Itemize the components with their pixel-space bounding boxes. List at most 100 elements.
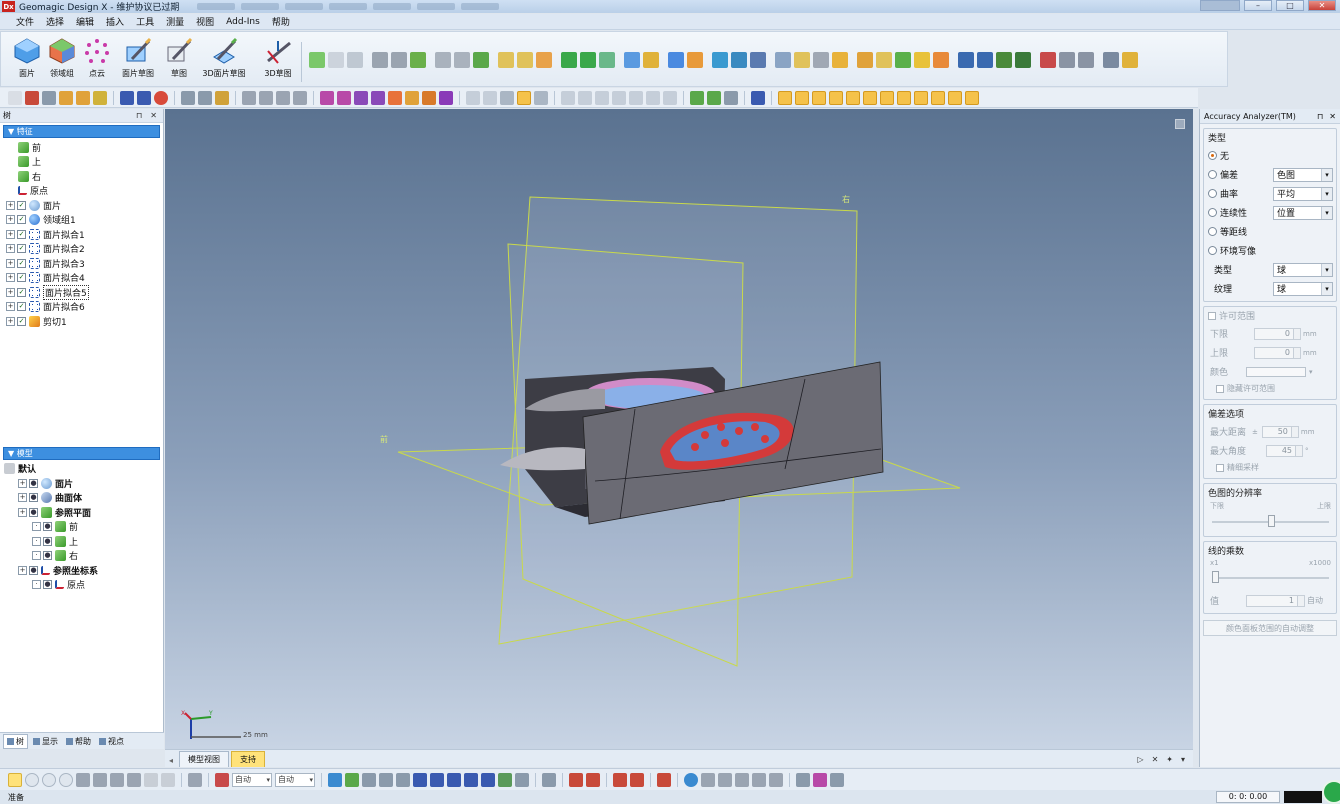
title-tab[interactable] xyxy=(329,3,368,10)
pan-icon[interactable] xyxy=(320,90,334,105)
snap-c-icon[interactable] xyxy=(396,772,410,787)
user-area[interactable] xyxy=(1200,0,1240,11)
visibility-checkbox[interactable]: ✓ xyxy=(17,244,26,254)
through-icon[interactable] xyxy=(161,772,175,787)
view-top-icon[interactable] xyxy=(534,90,548,105)
undo-icon[interactable] xyxy=(120,90,134,105)
frame-icon[interactable] xyxy=(830,772,844,787)
pin-icon[interactable]: ⊓ xyxy=(1317,112,1323,121)
menu-insert[interactable]: 插入 xyxy=(100,15,130,28)
recent-icon[interactable] xyxy=(93,90,107,105)
feature-tree-item[interactable]: 前 xyxy=(0,140,163,155)
visibility-checkbox[interactable]: ✓ xyxy=(17,287,26,297)
settings-tool-icon[interactable] xyxy=(1078,52,1094,68)
mirror-tool-icon[interactable] xyxy=(794,52,810,68)
tolerance-checkbox[interactable] xyxy=(1208,311,1216,320)
filter-icon[interactable] xyxy=(198,90,212,105)
boolean-tool-icon[interactable] xyxy=(624,52,640,68)
menu-edit[interactable]: 编辑 xyxy=(70,15,100,28)
surface-trim-icon[interactable] xyxy=(750,52,766,68)
expand-icon[interactable]: + xyxy=(6,287,15,297)
hidden-line-icon[interactable] xyxy=(578,90,592,105)
visible-only-icon[interactable] xyxy=(144,772,158,787)
type-field-dropdown[interactable]: 球 xyxy=(1273,262,1333,277)
visibility-toggle[interactable]: ● xyxy=(43,522,52,532)
visibility-checkbox[interactable]: ✓ xyxy=(17,258,26,268)
display-option-icon[interactable] xyxy=(542,772,556,787)
visibility-toggle[interactable]: ● xyxy=(43,536,52,546)
resolution-slider-thumb[interactable] xyxy=(1267,515,1275,527)
minimize-button[interactable]: – xyxy=(1244,0,1272,11)
mesh-wire-icon[interactable] xyxy=(724,90,738,105)
snap-b-icon[interactable] xyxy=(379,772,393,787)
lower-limit-stepper[interactable] xyxy=(1294,327,1301,340)
lower-limit-input[interactable]: 0 xyxy=(1254,327,1294,340)
close-icon[interactable]: ✕ xyxy=(150,111,157,120)
type-option[interactable]: 无 xyxy=(1208,146,1333,165)
feature-tree-item[interactable]: 原点 xyxy=(0,184,163,199)
view-back-icon[interactable] xyxy=(483,90,497,105)
radio-button[interactable] xyxy=(1208,189,1217,198)
menu-tools[interactable]: 工具 xyxy=(130,15,160,28)
select-tool-icon[interactable] xyxy=(1103,52,1119,68)
color-swatch[interactable] xyxy=(1246,366,1306,377)
model-tree-item[interactable]: · ● 原点 xyxy=(0,578,163,593)
new-file-icon[interactable] xyxy=(8,90,22,105)
feature-tree-item[interactable]: 上 xyxy=(0,155,163,170)
add-body-icon[interactable] xyxy=(958,52,974,68)
close-view-icon[interactable]: ✕ xyxy=(1152,755,1159,764)
rotate-view-icon[interactable] xyxy=(337,90,351,105)
filter-plane-icon[interactable] xyxy=(914,90,928,105)
export-tool-icon[interactable] xyxy=(857,52,873,68)
extend-icon[interactable] xyxy=(127,772,141,787)
model-tree-item[interactable]: + ● 面片 xyxy=(0,476,163,491)
light-icon[interactable] xyxy=(405,90,419,105)
feature-tree-item[interactable]: + ✓ 面片拟合2 xyxy=(0,242,163,257)
plane-tool-icon[interactable] xyxy=(309,52,325,68)
paint-brush-icon[interactable] xyxy=(76,772,90,787)
mesh-region-icon[interactable] xyxy=(498,772,512,787)
model-tree-item[interactable]: + ● 曲面体 xyxy=(0,491,163,506)
3d-mesh-sketch-tool-button[interactable]: 3D面片草图 xyxy=(200,37,248,83)
type-option[interactable]: 曲率 平均 xyxy=(1208,184,1333,203)
multiplier-slider[interactable] xyxy=(1212,571,1329,583)
expand-icon[interactable]: + xyxy=(6,200,15,210)
snap-a-icon[interactable] xyxy=(362,772,376,787)
globe-add-icon[interactable] xyxy=(345,772,359,787)
type-option[interactable]: 环境写像 xyxy=(1208,241,1333,260)
trophy-icon[interactable] xyxy=(769,772,783,787)
expand-icon[interactable]: · xyxy=(32,551,41,561)
filter-coord-icon[interactable] xyxy=(948,90,962,105)
tab-support[interactable]: 支持 xyxy=(231,751,266,767)
filter-point-icon[interactable] xyxy=(880,90,894,105)
measure-tool-icon[interactable] xyxy=(813,52,829,68)
wireframe-icon[interactable] xyxy=(561,90,575,105)
lasso-select-icon[interactable] xyxy=(110,772,124,787)
model-tree-item[interactable]: · ● 前 xyxy=(0,520,163,535)
select-mode-icon[interactable] xyxy=(181,90,195,105)
close-icon[interactable]: ✕ xyxy=(1329,112,1336,121)
filter-face-icon[interactable] xyxy=(812,90,826,105)
expand-icon[interactable]: · xyxy=(32,536,41,546)
copy-icon[interactable] xyxy=(735,772,749,787)
model-tree-item[interactable]: · ● 右 xyxy=(0,549,163,564)
region-a-icon[interactable] xyxy=(569,772,583,787)
type-option-dropdown[interactable]: 平均 xyxy=(1273,186,1333,201)
title-tab[interactable] xyxy=(285,3,324,10)
visibility-toggle[interactable]: ● xyxy=(43,580,52,590)
type-option[interactable]: 偏差 色图 xyxy=(1208,165,1333,184)
title-tab[interactable] xyxy=(417,3,456,10)
sketch-tool-button[interactable]: 草图 xyxy=(155,37,203,83)
tab-display[interactable]: 显示 xyxy=(30,735,61,748)
max-distance-input[interactable]: 50 xyxy=(1261,425,1292,438)
orbit-icon[interactable] xyxy=(354,90,368,105)
gear-tool-icon[interactable] xyxy=(933,52,949,68)
auto-dropdown-2[interactable]: 自动 xyxy=(275,772,315,787)
tab-help[interactable]: 帮助 xyxy=(63,735,94,748)
title-tab[interactable] xyxy=(197,3,236,10)
visibility-checkbox[interactable]: ✓ xyxy=(17,229,26,239)
visibility-checkbox[interactable]: ✓ xyxy=(17,302,26,312)
hide-tolerance-checkbox[interactable] xyxy=(1216,384,1224,393)
max-angle-input[interactable]: 45 xyxy=(1266,444,1296,457)
model-header[interactable]: ▼ 模型 xyxy=(3,446,160,460)
